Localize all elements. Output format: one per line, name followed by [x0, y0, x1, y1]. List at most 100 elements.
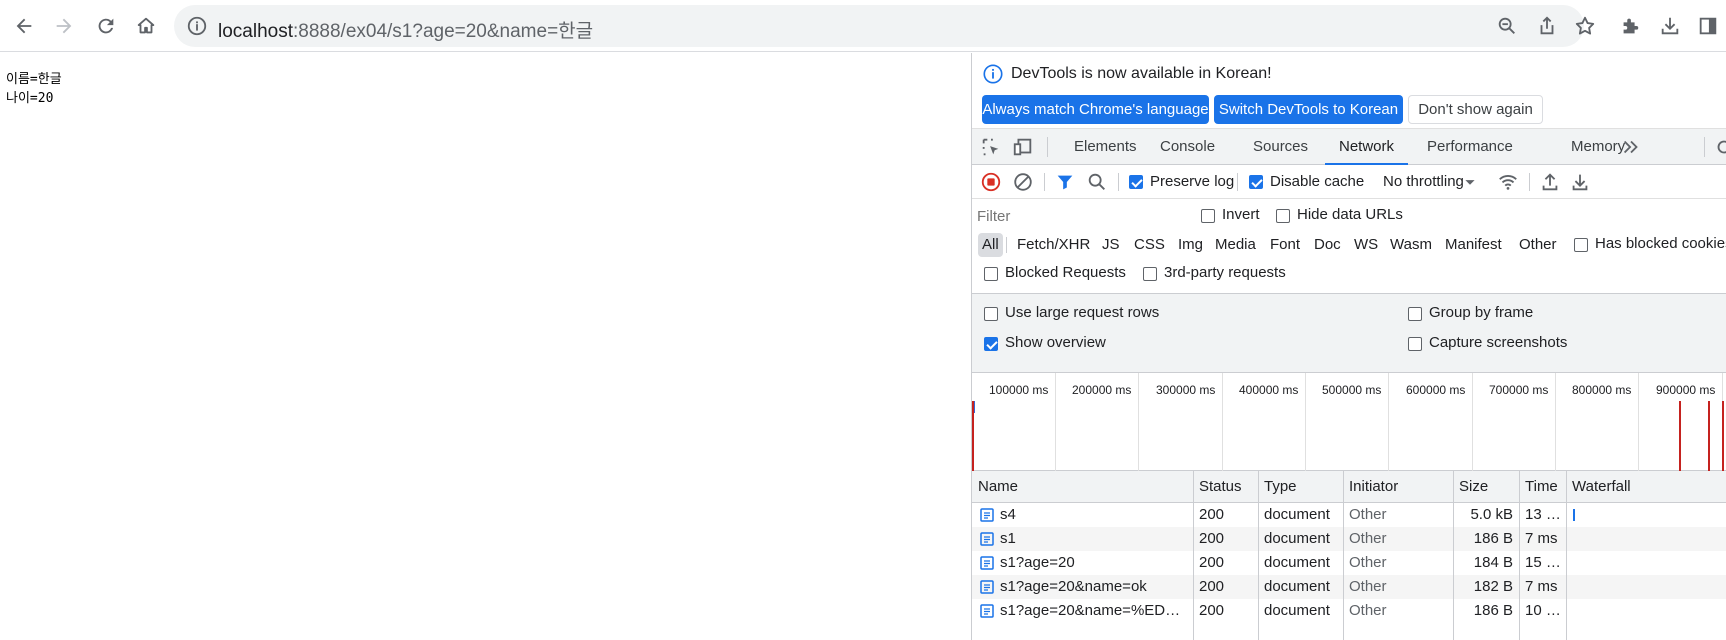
column-header-type[interactable]: Type — [1258, 471, 1343, 503]
side-panel-button[interactable] — [1690, 8, 1726, 44]
group-by-frame-checkbox[interactable] — [1408, 307, 1422, 321]
column-divider[interactable] — [1453, 471, 1454, 640]
table-row[interactable]: s1 200 document Other 186 B 7 ms — [972, 527, 1726, 551]
filter-funnel-icon[interactable] — [1054, 171, 1076, 193]
column-header-initiator[interactable]: Initiator — [1343, 471, 1453, 503]
switch-to-korean-button[interactable]: Switch DevTools to Korean — [1214, 95, 1403, 124]
tab-elements[interactable]: Elements — [1074, 129, 1137, 165]
star-icon[interactable] — [1574, 15, 1596, 37]
address-bar[interactable]: localhost:8888/ex04/s1?age=20&name=한글 — [174, 5, 1595, 47]
type-filter-wasm[interactable]: Wasm — [1390, 233, 1432, 257]
filter-input[interactable] — [977, 205, 1157, 227]
document-icon — [980, 604, 994, 618]
type-filter-font[interactable]: Font — [1270, 233, 1300, 257]
large-rows-checkbox[interactable] — [984, 307, 998, 321]
invert-label: Invert — [1222, 206, 1260, 223]
extensions-button[interactable] — [1612, 8, 1648, 44]
overview-tick: 100000 ms — [989, 383, 1049, 397]
third-party-requests-checkbox[interactable] — [1143, 267, 1157, 281]
share-icon[interactable] — [1536, 15, 1558, 37]
table-row[interactable]: s1?age=20 200 document Other 184 B 15 … — [972, 551, 1726, 575]
page-content: 이름=한글 나이=20 — [0, 53, 971, 640]
type-filter-all[interactable]: All — [978, 233, 1003, 257]
table-row[interactable]: s4 200 document Other 5.0 kB 13 … — [972, 503, 1726, 527]
overview-gridline — [1222, 373, 1223, 471]
column-header-time[interactable]: Time — [1519, 471, 1566, 503]
home-button[interactable] — [128, 8, 164, 44]
type-filter-ws[interactable]: WS — [1354, 233, 1378, 257]
export-har-icon[interactable] — [1569, 171, 1591, 193]
record-stop-icon[interactable] — [980, 171, 1002, 193]
device-toolbar-icon[interactable] — [1012, 136, 1034, 158]
column-divider[interactable] — [1193, 471, 1194, 640]
puzzle-icon — [1623, 18, 1639, 34]
type-filter-media[interactable]: Media — [1215, 233, 1256, 257]
arrow-right-icon — [56, 18, 72, 34]
column-header-size[interactable]: Size — [1453, 471, 1519, 503]
column-header-name[interactable]: Name — [972, 471, 1193, 503]
downloads-button[interactable] — [1652, 8, 1688, 44]
show-overview-label: Show overview — [1005, 334, 1106, 351]
overview-tick: 900000 ms — [1656, 383, 1716, 397]
column-header-waterfall[interactable]: Waterfall — [1566, 471, 1726, 503]
column-divider[interactable] — [1258, 471, 1259, 640]
tab-network[interactable]: Network — [1325, 129, 1409, 165]
chevron-down-icon[interactable] — [1459, 171, 1481, 193]
network-overview[interactable]: 100000 ms 200000 ms 300000 ms 400000 ms … — [972, 373, 1726, 471]
clear-icon[interactable] — [1012, 171, 1034, 193]
tab-sources[interactable]: Sources — [1253, 129, 1308, 165]
large-rows-label: Use large request rows — [1005, 304, 1160, 321]
type-filter-js[interactable]: JS — [1102, 233, 1120, 257]
invert-checkbox[interactable] — [1201, 209, 1215, 223]
table-row[interactable]: s1?age=20&name=ok 200 document Other 182… — [972, 575, 1726, 599]
blocked-requests-checkbox[interactable] — [984, 267, 998, 281]
devtools-panel: DevTools is now available in Korean! Alw… — [971, 53, 1726, 640]
type-filter-img[interactable]: Img — [1178, 233, 1203, 257]
column-divider[interactable] — [1343, 471, 1344, 640]
overview-tick: 800000 ms — [1572, 383, 1632, 397]
back-button[interactable] — [6, 8, 42, 44]
column-divider[interactable] — [1519, 471, 1520, 640]
search-icon[interactable] — [1086, 171, 1108, 193]
toolbar-separator — [1529, 173, 1530, 191]
request-status: 200 — [1199, 530, 1225, 547]
type-filter-manifest[interactable]: Manifest — [1445, 233, 1502, 257]
overview-load-marker — [1679, 401, 1681, 471]
import-har-icon[interactable] — [1539, 171, 1561, 193]
zoom-icon[interactable] — [1496, 15, 1518, 37]
hide-data-urls-checkbox[interactable] — [1276, 209, 1290, 223]
always-match-language-button[interactable]: Always match Chrome's language — [982, 95, 1209, 124]
dont-show-again-button[interactable]: Don't show again — [1408, 95, 1543, 124]
type-filter-fetch-xhr[interactable]: Fetch/XHR — [1017, 233, 1090, 257]
disable-cache-checkbox[interactable] — [1249, 175, 1263, 189]
type-filter-doc[interactable]: Doc — [1314, 233, 1341, 257]
reload-button[interactable] — [88, 8, 124, 44]
more-tabs-icon[interactable] — [1620, 136, 1642, 158]
document-icon — [980, 556, 994, 570]
tab-console[interactable]: Console — [1160, 129, 1215, 165]
request-type: document — [1264, 578, 1330, 595]
network-conditions-icon[interactable] — [1497, 171, 1519, 193]
tab-performance[interactable]: Performance — [1427, 129, 1513, 165]
table-row[interactable]: s1?age=20&name=%ED… 200 document Other 1… — [972, 599, 1726, 623]
tab-separator — [1047, 137, 1048, 157]
capture-screenshots-checkbox[interactable] — [1408, 337, 1422, 351]
inspect-element-icon[interactable] — [980, 136, 1002, 158]
request-initiator: Other — [1349, 506, 1387, 523]
settings-gear-icon[interactable] — [1713, 136, 1726, 158]
forward-button[interactable] — [46, 8, 82, 44]
throttling-select[interactable]: No throttling — [1383, 173, 1464, 190]
tab-memory[interactable]: Memory — [1571, 129, 1625, 165]
column-header-status[interactable]: Status — [1193, 471, 1258, 503]
requests-table: Name Status Type Initiator Size Time Wat… — [972, 471, 1726, 640]
type-filter-other[interactable]: Other — [1519, 233, 1557, 257]
request-initiator: Other — [1349, 578, 1387, 595]
has-blocked-cookies-checkbox[interactable] — [1574, 238, 1588, 252]
type-separator — [1006, 237, 1007, 253]
network-toolbar: Preserve log Disable cache No throttling — [972, 165, 1726, 199]
column-divider[interactable] — [1566, 471, 1567, 640]
type-filter-css[interactable]: CSS — [1134, 233, 1165, 257]
preserve-log-checkbox[interactable] — [1129, 175, 1143, 189]
show-overview-checkbox[interactable] — [984, 337, 998, 351]
site-info-icon[interactable] — [186, 15, 208, 37]
